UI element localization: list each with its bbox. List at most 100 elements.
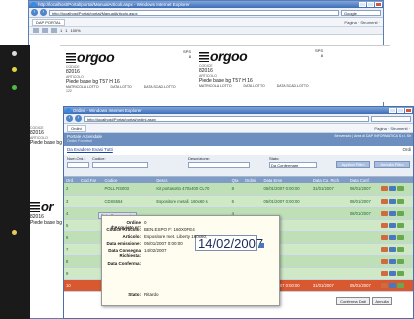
front-url-field[interactable]: http://localhost/Portal/portal/ordini.as… xyxy=(84,115,369,122)
detail-icon[interactable] xyxy=(388,234,396,240)
table-cell xyxy=(78,231,103,244)
order-subtabs[interactable]: Da Evadere Evasi Tutti xyxy=(67,147,113,152)
ok-icon[interactable] xyxy=(396,198,404,204)
edit-icon[interactable] xyxy=(380,270,388,276)
minimize-button[interactable] xyxy=(359,2,366,7)
zoom-icon[interactable] xyxy=(51,28,57,33)
front-tab-strip: Ordini Pagina · Strumenti · xyxy=(64,124,413,133)
front-close-button[interactable] xyxy=(405,108,412,113)
front-forward-icon[interactable]: › xyxy=(75,115,82,122)
detail-icon[interactable] xyxy=(388,246,396,252)
back-nav-icon[interactable]: ‹ xyxy=(31,9,38,16)
num-ord-input[interactable] xyxy=(67,162,89,168)
front-tab[interactable]: Ordini xyxy=(67,124,86,132)
table-cell: 05/01/2007 0:00:00 xyxy=(261,195,311,208)
lot-date-label-2: DATA LOTTO xyxy=(243,84,265,88)
sidebar-attach-icon[interactable] xyxy=(12,85,17,90)
popup-key: Data Conferma: xyxy=(107,261,141,266)
detail-icon[interactable] xyxy=(388,270,396,276)
sheet-corner: SPS 8 xyxy=(183,49,191,59)
lot-expiry-label-2: DATA SCAD.LOTTO xyxy=(276,84,309,88)
row-actions xyxy=(378,267,413,280)
sidebar-bookmark-icon[interactable] xyxy=(12,67,17,72)
ok-icon[interactable] xyxy=(396,186,404,192)
front-search-field[interactable] xyxy=(371,115,411,122)
sidebar-comment-icon[interactable] xyxy=(12,230,17,235)
back-tab[interactable]: DAP PORTAL xyxy=(32,18,65,26)
edit-icon[interactable] xyxy=(380,246,388,252)
back-search-field[interactable]: Google xyxy=(341,9,381,16)
save-icon[interactable] xyxy=(33,28,39,33)
table-row[interactable]: 3 CDS5554 Espositore metall. 160x60 s 6 05/0… xyxy=(64,195,413,208)
ok-icon[interactable] xyxy=(396,258,404,264)
portal-subtitle: Ordini Fornitori xyxy=(67,139,93,143)
order-detail-popup: 14/02/2007 Ordine d'Acquisto n°: 0 Codice … xyxy=(101,215,280,306)
back-tools-menu[interactable]: Pagina · Strumenti · xyxy=(344,20,380,25)
table-cell xyxy=(347,255,379,268)
code-filter-input[interactable] xyxy=(92,162,148,168)
subtabs-row: Da Evadere Evasi Tutti Ordi xyxy=(64,146,413,155)
table-cell: 7 xyxy=(64,243,79,256)
forward-nav-icon[interactable]: › xyxy=(40,9,47,16)
table-cell xyxy=(310,267,348,280)
zoom-level[interactable]: 100% xyxy=(70,28,80,33)
detail-icon[interactable] xyxy=(388,258,396,264)
print-icon[interactable] xyxy=(42,28,48,33)
ok-icon[interactable] xyxy=(396,282,404,288)
row-actions xyxy=(378,207,413,220)
cancel-filter-button[interactable]: Annulla Filtro xyxy=(374,161,410,168)
table-cell: 08/01/2007 xyxy=(347,195,379,208)
edit-icon[interactable] xyxy=(380,234,388,240)
popup-row: Data emissione: 05/01/2007 0:00:00 xyxy=(105,241,182,246)
sidebar-page-icon[interactable] xyxy=(12,51,17,56)
left-sheet-1: CODICE 82016 ARTICOLO Piede base bg xyxy=(30,124,63,186)
detail-icon[interactable] xyxy=(388,222,396,228)
matr-label-2: MATRICOLA LOTTO xyxy=(199,84,232,88)
ok-icon[interactable] xyxy=(396,234,404,240)
ok-icon[interactable] xyxy=(396,270,404,276)
edit-icon[interactable] xyxy=(380,258,388,264)
table-cell xyxy=(310,195,348,208)
front-maximize-button[interactable] xyxy=(397,108,404,113)
left-article-2: Piede base bg xyxy=(30,220,62,226)
edit-icon[interactable] xyxy=(380,282,388,288)
edit-icon[interactable] xyxy=(380,222,388,228)
table-cell: 05/01/2007 xyxy=(347,279,379,292)
detail-icon[interactable] xyxy=(388,186,396,192)
table-cell: Kit portasotto 470x400 CL70 xyxy=(154,183,230,196)
state-filter-label: Stato: xyxy=(269,156,280,161)
num-ord-label: Num.Ord.: xyxy=(67,156,86,161)
calendar-icon[interactable] xyxy=(259,243,264,248)
front-back-icon[interactable]: ‹ xyxy=(66,115,73,122)
popup-key: Data emissione: xyxy=(106,241,141,246)
lot-date-label: DATA LOTTO xyxy=(110,85,132,89)
ok-icon[interactable] xyxy=(396,246,404,252)
table-cell: 6 xyxy=(64,231,79,244)
row-actions xyxy=(378,219,413,232)
table-cell: 6 xyxy=(229,195,243,208)
state-select[interactable]: Da Confermare xyxy=(269,162,317,168)
back-url-field[interactable]: http://localhost/Portal/portal/ManualArt… xyxy=(49,9,339,16)
edit-icon[interactable] xyxy=(380,198,388,204)
ok-icon[interactable] xyxy=(396,210,404,216)
table-cell xyxy=(347,231,379,244)
table-cell xyxy=(347,243,379,256)
cancel-button[interactable]: Annulla xyxy=(372,297,392,305)
edit-icon[interactable] xyxy=(380,186,388,192)
close-button[interactable] xyxy=(375,2,382,7)
popup-row: Stato: Ritardo xyxy=(105,292,158,297)
front-minimize-button[interactable] xyxy=(389,108,396,113)
desc-filter-input[interactable] xyxy=(188,162,250,168)
edit-icon[interactable] xyxy=(380,210,388,216)
apply-filter-button[interactable]: Applica Filtro xyxy=(336,161,370,168)
table-cell xyxy=(78,279,103,292)
detail-icon[interactable] xyxy=(388,198,396,204)
table-cell xyxy=(310,231,348,244)
front-tools-menu[interactable]: Pagina · Strumenti · xyxy=(374,126,410,131)
detail-icon[interactable] xyxy=(388,210,396,216)
ok-icon[interactable] xyxy=(396,222,404,228)
detail-icon[interactable] xyxy=(388,282,396,288)
table-row[interactable]: 2 POLL RS003 Kit portasotto 470x400 CL70 8 0… xyxy=(64,183,413,196)
confirm-data-button[interactable]: Conferma Dati xyxy=(336,297,370,305)
maximize-button[interactable] xyxy=(367,2,374,7)
